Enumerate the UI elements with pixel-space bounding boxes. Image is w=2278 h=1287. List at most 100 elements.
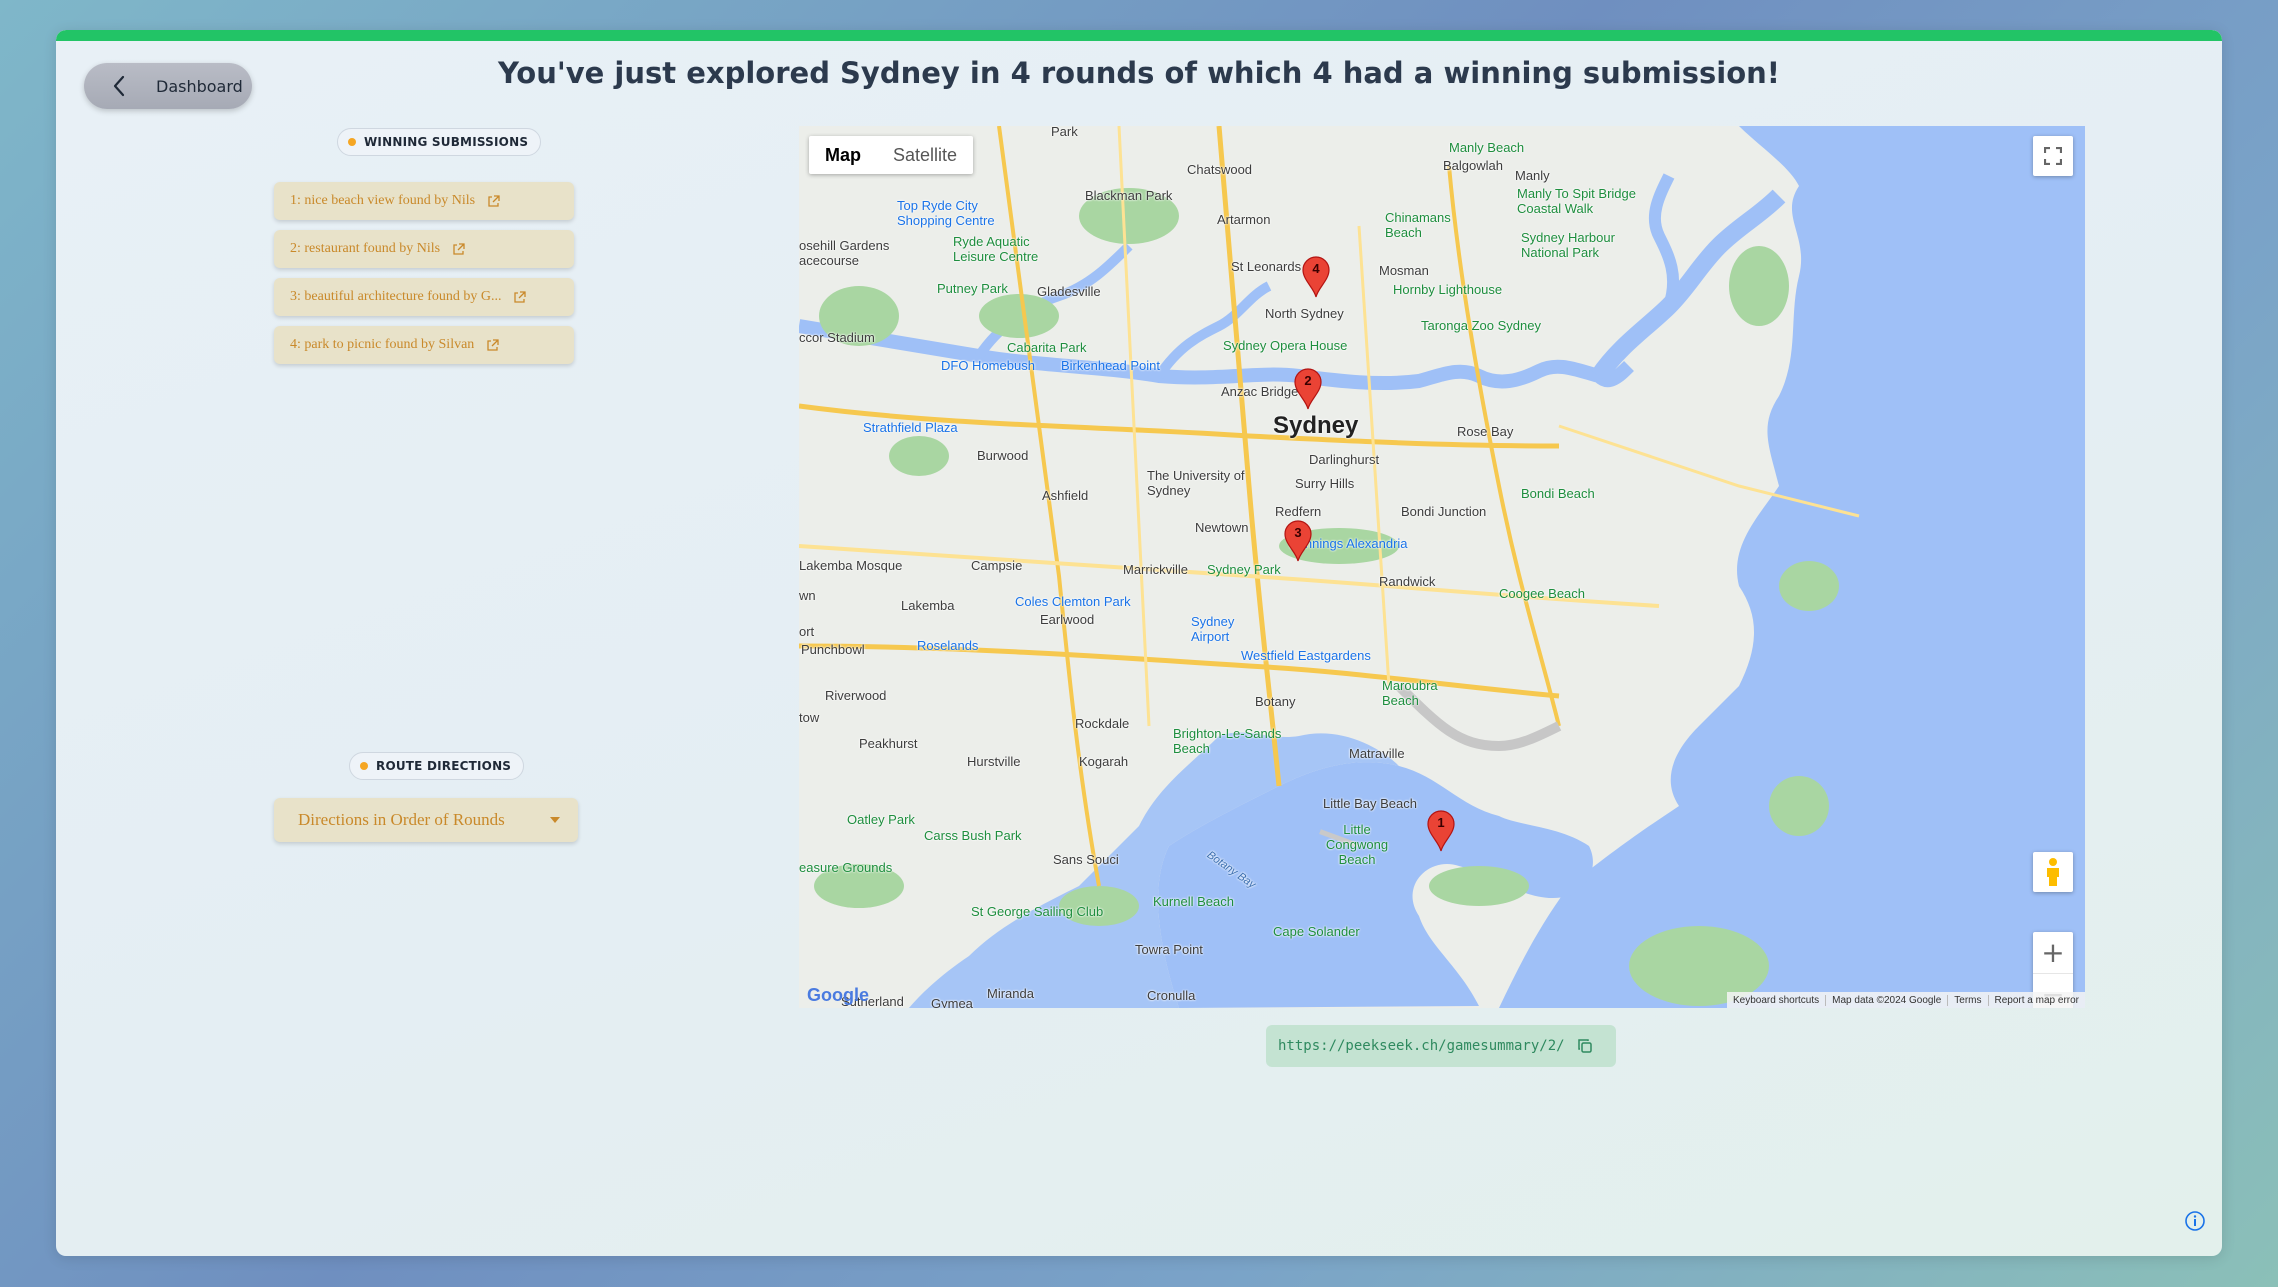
map-label: Sydney Harbour National Park bbox=[1521, 230, 1615, 260]
map-data-attribution: Map data ©2024 Google bbox=[1825, 994, 1947, 1006]
map-type-map-button[interactable]: Map bbox=[809, 136, 877, 174]
bullet-dot-icon bbox=[360, 762, 368, 770]
map-label: Carss Bush Park bbox=[924, 828, 1022, 843]
map-label: Maroubra Beach bbox=[1382, 678, 1438, 708]
map-label: easure Grounds bbox=[799, 860, 893, 875]
keyboard-shortcuts-link[interactable]: Keyboard shortcuts bbox=[1727, 995, 1825, 1006]
map-label: Oatley Park bbox=[847, 812, 915, 827]
external-link-icon bbox=[486, 338, 499, 352]
zoom-in-button[interactable]: + bbox=[2033, 932, 2073, 973]
caret-down-icon bbox=[550, 817, 560, 823]
map-label: North Sydney bbox=[1265, 306, 1344, 321]
submission-item-2[interactable]: 2: restaurant found by Nils bbox=[274, 230, 574, 268]
fullscreen-button[interactable] bbox=[2033, 136, 2073, 176]
map-label: Ryde Aquatic Leisure Centre bbox=[953, 234, 1039, 264]
map-label: Cabarita Park bbox=[1007, 340, 1087, 355]
map-label: Putney Park bbox=[937, 281, 1008, 296]
marker-number: 2 bbox=[1304, 373, 1312, 388]
map-label: Bondi Beach bbox=[1521, 486, 1595, 501]
page-title: You've just explored Sydney in 4 rounds … bbox=[497, 56, 1781, 90]
map-footer: Keyboard shortcuts Map data ©2024 Google… bbox=[1726, 992, 2085, 1008]
map-label: Botany bbox=[1255, 694, 1296, 709]
map-label: Birkenhead Point bbox=[1061, 358, 1161, 373]
map-label: Mosman bbox=[1379, 263, 1429, 278]
route-directions-heading: ROUTE DIRECTIONS bbox=[349, 752, 525, 780]
map-view[interactable]: Sydney Chatswood Artarmon St Leonards No… bbox=[799, 126, 2085, 1008]
map-label: ccor Stadium bbox=[799, 330, 875, 345]
marker-number: 3 bbox=[1294, 525, 1302, 540]
map-label: Cronulla bbox=[1147, 988, 1196, 1003]
map-label: St Leonards bbox=[1231, 259, 1302, 274]
street-view-pegman-button[interactable] bbox=[2033, 852, 2073, 892]
map-label: Strathfield Plaza bbox=[863, 420, 958, 435]
map-label: Miranda bbox=[987, 986, 1034, 1001]
submission-label: 2: restaurant found by Nils bbox=[290, 241, 441, 256]
map-label: Coogee Beach bbox=[1499, 586, 1586, 601]
map-label: Manly To Spit Bridge Coastal Walk bbox=[1517, 186, 1636, 216]
winning-submissions-list: 1: nice beach view found by Nils 2: rest… bbox=[274, 182, 574, 374]
map-label: Kogarah bbox=[1079, 754, 1129, 769]
map-label: Cape Solander bbox=[1273, 924, 1360, 939]
round-marker-4[interactable]: 4 bbox=[1301, 256, 1331, 298]
map-label: Bondi Junction bbox=[1401, 504, 1487, 519]
map-label: Little Bay Beach bbox=[1323, 796, 1417, 811]
round-marker-2[interactable]: 2 bbox=[1293, 368, 1323, 410]
winning-submissions-label: WINNING SUBMISSIONS bbox=[364, 135, 529, 149]
share-url: https://peekseek.ch/gamesummary/2/ bbox=[1278, 1038, 1565, 1054]
submission-label: 1: nice beach view found by Nils bbox=[290, 193, 476, 208]
marker-number: 1 bbox=[1437, 815, 1445, 830]
map-type-satellite-button[interactable]: Satellite bbox=[877, 136, 973, 174]
google-logo: Google bbox=[807, 985, 869, 1006]
map-label: Manly Beach bbox=[1449, 140, 1525, 155]
map-label: Sydney Opera House bbox=[1223, 338, 1348, 353]
round-marker-3[interactable]: 3 bbox=[1283, 520, 1313, 562]
map-label: Lakemba bbox=[901, 598, 955, 613]
winning-submissions-heading: WINNING SUBMISSIONS bbox=[337, 128, 542, 156]
map-label: Kurnell Beach bbox=[1153, 894, 1234, 909]
map-label: Campsie bbox=[971, 558, 1023, 573]
terms-link[interactable]: Terms bbox=[1947, 994, 1987, 1006]
map-label: Westfield Eastgardens bbox=[1241, 648, 1371, 663]
map-label: DFO Homebush bbox=[941, 358, 1035, 373]
map-label: osehill Gardens acecourse bbox=[799, 238, 890, 268]
map-label: St George Sailing Club bbox=[971, 904, 1104, 919]
info-button[interactable] bbox=[2184, 1210, 2206, 1232]
map-label: Artarmon bbox=[1217, 212, 1271, 227]
map-label: tow bbox=[799, 710, 820, 725]
submission-item-4[interactable]: 4: park to picnic found by Silvan bbox=[274, 326, 574, 364]
map-label: Roselands bbox=[917, 638, 979, 653]
fullscreen-icon bbox=[2044, 147, 2062, 165]
game-summary-panel: Dashboard You've just explored Sydney in… bbox=[56, 30, 2222, 1256]
map-label: Taronga Zoo Sydney bbox=[1421, 318, 1541, 333]
map-label: Randwick bbox=[1379, 574, 1436, 589]
map-label: Rockdale bbox=[1075, 716, 1130, 731]
external-link-icon bbox=[452, 242, 465, 256]
copy-icon[interactable] bbox=[1577, 1038, 1593, 1054]
round-marker-1[interactable]: 1 bbox=[1426, 810, 1456, 852]
google-logo-text: Google bbox=[807, 985, 869, 1005]
info-icon bbox=[2185, 1211, 2205, 1231]
map-label: Gladesville bbox=[1037, 284, 1101, 299]
map-label: Peakhurst bbox=[859, 736, 918, 751]
map-label-sydney: Sydney bbox=[1273, 412, 1359, 439]
map-label: Matraville bbox=[1349, 746, 1405, 761]
map-label: Top Ryde City Shopping Centre bbox=[897, 198, 995, 228]
map-label: Gymea bbox=[931, 996, 973, 1008]
map-label: Surry Hills bbox=[1295, 476, 1355, 491]
map-label: Hornby Lighthouse bbox=[1393, 282, 1503, 297]
submission-item-1[interactable]: 1: nice beach view found by Nils bbox=[274, 182, 574, 220]
map-label: Park bbox=[1051, 126, 1078, 139]
map-label: Newtown bbox=[1195, 520, 1249, 535]
map-label: The University of Sydney bbox=[1147, 468, 1245, 498]
map-label: ort bbox=[799, 624, 815, 639]
map-label: wn bbox=[799, 588, 816, 603]
route-directions-select[interactable]: Directions in Order of Rounds bbox=[274, 798, 578, 842]
map-label: Brighton-Le-Sands Beach bbox=[1173, 726, 1282, 756]
map-label: Little Congwong Beach bbox=[1325, 822, 1389, 867]
map-label: Sydney Park bbox=[1207, 562, 1281, 577]
report-map-error-link[interactable]: Report a map error bbox=[1987, 994, 2085, 1006]
submission-item-3[interactable]: 3: beautiful architecture found by G... bbox=[274, 278, 574, 316]
map-label: Chinamans Beach bbox=[1385, 210, 1451, 240]
share-url-box[interactable]: https://peekseek.ch/gamesummary/2/ bbox=[1266, 1025, 1616, 1067]
map-label: Riverwood bbox=[825, 688, 887, 703]
